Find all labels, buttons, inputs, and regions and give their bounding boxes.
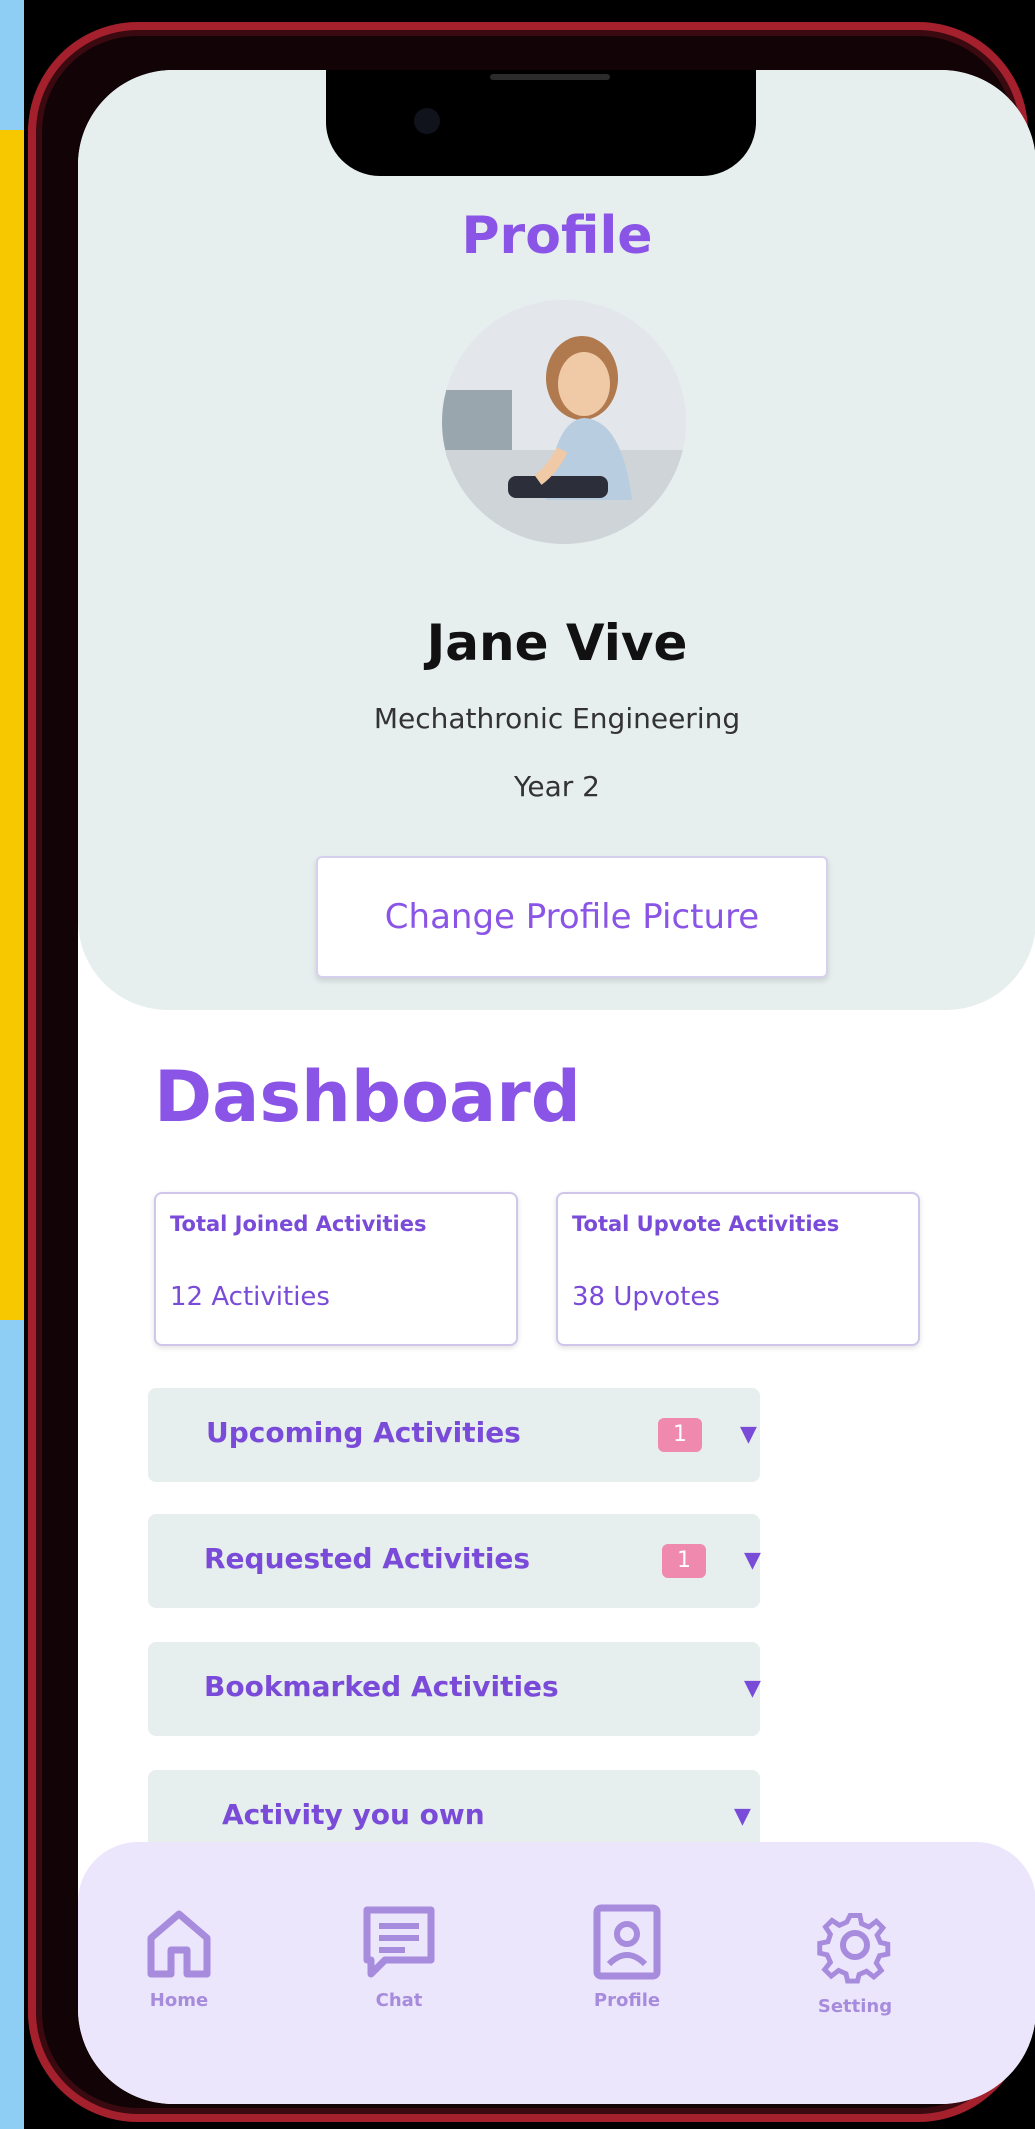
nav-profile[interactable]: Profile [552, 1902, 702, 2011]
page-title: Profile [461, 206, 653, 266]
bookmarked-activities-dropdown[interactable]: Bookmarked Activities ▼ [148, 1642, 761, 1736]
bottom-nav: Home Chat Profile Setting [78, 1842, 1035, 2104]
user-name: Jane Vive [426, 614, 688, 672]
nav-home[interactable]: Home [104, 1902, 254, 2011]
nav-chat[interactable]: Chat [324, 1902, 474, 2011]
notification-badge: 1 [658, 1418, 702, 1452]
nav-label: Chat [375, 1990, 423, 2011]
section-label: Activity you own [222, 1798, 485, 1831]
requested-activities-dropdown[interactable]: Requested Activities 1 ▼ [148, 1514, 761, 1608]
stat-value: 12 Activities [170, 1282, 330, 1312]
nav-label: Setting [817, 1996, 893, 2017]
nav-setting[interactable]: Setting [780, 1902, 930, 2017]
phone-notch [326, 70, 756, 176]
profile-icon [593, 1904, 661, 1980]
avatar-photo [442, 300, 686, 544]
stat-value: 38 Upvotes [572, 1282, 720, 1312]
dashboard-title: Dashboard [154, 1056, 581, 1138]
stat-label: Total Upvote Activities [572, 1212, 840, 1236]
change-profile-picture-button[interactable]: Change Profile Picture [316, 856, 828, 978]
phone-screen: Profile Jane Vive Mechathronic Engineeri… [78, 70, 1035, 2104]
section-label: Requested Activities [204, 1542, 531, 1575]
stat-label: Total Joined Activities [170, 1212, 427, 1236]
gear-icon [817, 1913, 891, 1984]
phone-frame: Profile Jane Vive Mechathronic Engineeri… [28, 22, 1035, 2122]
section-label: Upcoming Activities [206, 1416, 521, 1449]
avatar [442, 300, 686, 544]
notification-badge: 1 [662, 1544, 706, 1578]
caret-down-icon: ▼ [740, 1422, 757, 1447]
caret-down-icon: ▼ [744, 1548, 761, 1573]
caret-down-icon: ▼ [734, 1804, 751, 1829]
nav-label: Home [149, 1990, 209, 2011]
chat-icon [363, 1906, 435, 1978]
background-strip-yellow [0, 130, 24, 1320]
profile-card: Profile Jane Vive Mechathronic Engineeri… [78, 70, 1035, 1010]
upcoming-activities-dropdown[interactable]: Upcoming Activities 1 ▼ [148, 1388, 760, 1482]
stat-card-joined: Total Joined Activities 12 Activities [154, 1192, 518, 1346]
home-icon [147, 1910, 211, 1978]
speaker-grille [490, 74, 610, 80]
section-label: Bookmarked Activities [204, 1670, 559, 1703]
user-major: Mechathronic Engineering [373, 702, 741, 735]
stat-card-upvotes: Total Upvote Activities 38 Upvotes [556, 1192, 920, 1346]
user-year: Year 2 [514, 770, 600, 803]
caret-down-icon: ▼ [744, 1676, 761, 1701]
nav-label: Profile [593, 1990, 661, 2011]
camera-icon [414, 108, 440, 134]
